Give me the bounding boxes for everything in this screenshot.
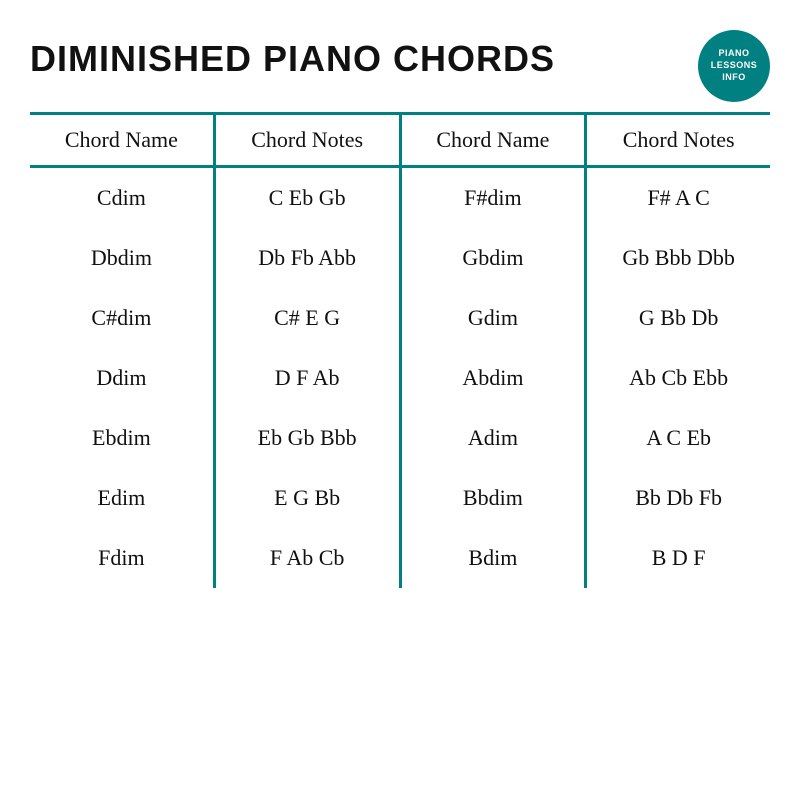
column-headers: Chord Name Chord Notes Chord Name Chord … [30, 112, 770, 168]
data-rows: CdimDbdimC#dimDdimEbdimEdimFdim C Eb GbD… [30, 168, 770, 588]
col-header-1: Chord Name [30, 115, 213, 165]
chord-name2-row-0: F#dim [402, 168, 585, 228]
chord-name1-row-4: Ebdim [30, 408, 213, 468]
header-row: DIMINISHED PIANO CHORDS PIANOLESSONSINFO [30, 30, 770, 102]
chord-name1-row-3: Ddim [30, 348, 213, 408]
col-header-4: Chord Notes [587, 115, 770, 165]
col-notes2: F# A CGb Bbb DbbG Bb DbAb Cb EbbA C EbBb… [587, 168, 770, 588]
chord-notes2-row-1: Gb Bbb Dbb [587, 228, 770, 288]
chord-notes1-row-6: F Ab Cb [216, 528, 399, 588]
col-header-3: Chord Name [402, 115, 585, 165]
chord-name1-row-1: Dbdim [30, 228, 213, 288]
chord-name2-row-3: Abdim [402, 348, 585, 408]
chord-notes1-row-4: Eb Gb Bbb [216, 408, 399, 468]
chord-name1-row-5: Edim [30, 468, 213, 528]
page: DIMINISHED PIANO CHORDS PIANOLESSONSINFO… [0, 0, 800, 800]
chord-notes1-row-2: C# E G [216, 288, 399, 348]
col-name2: F#dimGbdimGdimAbdimAdimBbdimBdim [402, 168, 585, 588]
chord-notes1-row-0: C Eb Gb [216, 168, 399, 228]
chord-notes2-row-5: Bb Db Fb [587, 468, 770, 528]
chord-name2-row-6: Bdim [402, 528, 585, 588]
col-name1: CdimDbdimC#dimDdimEbdimEdimFdim [30, 168, 213, 588]
chord-name1-row-2: C#dim [30, 288, 213, 348]
chord-name2-row-1: Gbdim [402, 228, 585, 288]
col-notes1: C Eb GbDb Fb AbbC# E GD F AbEb Gb BbbE G… [216, 168, 399, 588]
chord-name1-row-6: Fdim [30, 528, 213, 588]
logo-circle: PIANOLESSONSINFO [698, 30, 770, 102]
chord-name2-row-5: Bbdim [402, 468, 585, 528]
chord-name1-row-0: Cdim [30, 168, 213, 228]
col-header-2: Chord Notes [216, 115, 399, 165]
chord-notes1-row-3: D F Ab [216, 348, 399, 408]
page-title: DIMINISHED PIANO CHORDS [30, 38, 555, 80]
chord-notes2-row-0: F# A C [587, 168, 770, 228]
chord-notes2-row-2: G Bb Db [587, 288, 770, 348]
chord-name2-row-2: Gdim [402, 288, 585, 348]
chord-notes1-row-5: E G Bb [216, 468, 399, 528]
chord-name2-row-4: Adim [402, 408, 585, 468]
chord-notes2-row-6: B D F [587, 528, 770, 588]
chord-notes1-row-1: Db Fb Abb [216, 228, 399, 288]
logo-text: PIANOLESSONSINFO [711, 48, 758, 83]
chord-notes2-row-4: A C Eb [587, 408, 770, 468]
chord-table: Chord Name Chord Notes Chord Name Chord … [30, 112, 770, 588]
chord-notes2-row-3: Ab Cb Ebb [587, 348, 770, 408]
